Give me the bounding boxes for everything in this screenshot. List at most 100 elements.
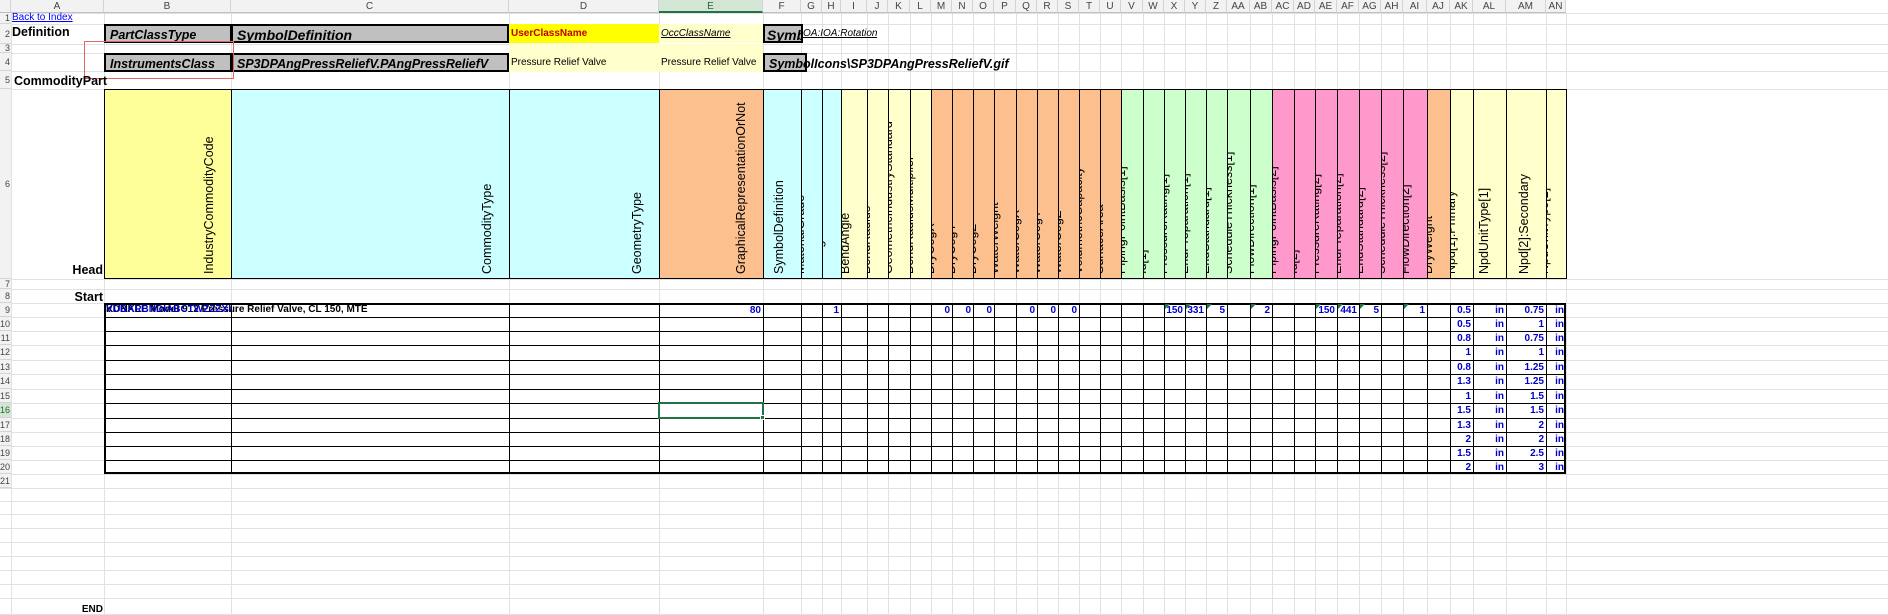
column-header[interactable]: AJ bbox=[1427, 0, 1450, 13]
row-header[interactable]: 19 bbox=[0, 446, 11, 460]
column-header[interactable]: AC bbox=[1272, 0, 1294, 13]
npd-cell[interactable]: 1 bbox=[1506, 345, 1546, 360]
row-header[interactable]: 15 bbox=[0, 389, 11, 403]
npd-cell[interactable]: 1 bbox=[1450, 345, 1473, 360]
column-header[interactable]: AL bbox=[1473, 0, 1506, 13]
npd-cell[interactable]: 0.75 bbox=[1506, 331, 1546, 345]
npd-cell[interactable]: 1.5 bbox=[1450, 446, 1473, 460]
row-header[interactable]: 7 bbox=[0, 279, 11, 289]
column-header[interactable]: Y bbox=[1185, 0, 1206, 13]
npd-cell[interactable]: in bbox=[1473, 303, 1506, 317]
npd-cell[interactable]: 0.8 bbox=[1450, 360, 1473, 374]
npd-cell[interactable]: in bbox=[1473, 432, 1506, 446]
row-header[interactable]: 1 bbox=[0, 13, 11, 24]
column-header[interactable]: Z bbox=[1206, 0, 1227, 13]
column-header[interactable]: P bbox=[994, 0, 1016, 13]
npd-cell[interactable]: 0.75 bbox=[1506, 303, 1546, 317]
column-header[interactable]: K bbox=[888, 0, 910, 13]
npd-cell[interactable]: 3 bbox=[1506, 460, 1546, 474]
column-header[interactable]: AN bbox=[1546, 0, 1566, 13]
row-header[interactable]: 14 bbox=[0, 374, 11, 389]
column-header[interactable]: AK bbox=[1450, 0, 1473, 13]
npd-cell[interactable]: 1.5 bbox=[1506, 403, 1546, 418]
row-header[interactable]: 11 bbox=[0, 331, 11, 345]
npd-cell[interactable]: in bbox=[1546, 374, 1566, 389]
npd-cell[interactable]: in bbox=[1473, 403, 1506, 418]
column-header[interactable]: G bbox=[801, 0, 822, 13]
column-header[interactable]: B bbox=[104, 0, 231, 13]
row-header[interactable]: 20 bbox=[0, 460, 11, 474]
npd-cell[interactable]: 2.5 bbox=[1506, 446, 1546, 460]
column-header[interactable]: F bbox=[763, 0, 801, 13]
spreadsheet-grid[interactable]: A B C D E F G H I J K L M N O P Q R S T U V W X Y Z AA AB AC AD AE AF AG… bbox=[0, 0, 1888, 615]
water-cog-z-cell[interactable]: 0 bbox=[1058, 303, 1079, 317]
column-header[interactable]: E bbox=[659, 0, 763, 13]
row-header[interactable]: 18 bbox=[0, 432, 11, 446]
npd-cell[interactable]: 1 bbox=[1506, 317, 1546, 331]
npd-cell[interactable]: 2 bbox=[1450, 460, 1473, 474]
npd-cell[interactable]: 0.8 bbox=[1450, 331, 1473, 345]
npd-cell[interactable]: 2 bbox=[1506, 432, 1546, 446]
water-cog-x-cell[interactable]: 0 bbox=[1016, 303, 1037, 317]
npd-cell[interactable]: in bbox=[1473, 360, 1506, 374]
column-header[interactable]: AI bbox=[1403, 0, 1427, 13]
row-header[interactable]: 12 bbox=[0, 345, 11, 360]
column-header[interactable]: J bbox=[867, 0, 888, 13]
column-header[interactable]: D bbox=[509, 0, 659, 13]
row-header[interactable]: 4 bbox=[0, 53, 11, 71]
npd-cell[interactable]: 1.25 bbox=[1506, 374, 1546, 389]
column-header[interactable]: AF bbox=[1337, 0, 1359, 13]
dry-cog-z-cell[interactable]: 0 bbox=[973, 303, 994, 317]
column-header[interactable]: T bbox=[1079, 0, 1100, 13]
water-cog-y-cell[interactable]: 0 bbox=[1037, 303, 1058, 317]
npd-cell[interactable]: 0.5 bbox=[1450, 303, 1473, 317]
row-header[interactable]: 10 bbox=[0, 317, 11, 331]
npd-cell[interactable]: in bbox=[1473, 374, 1506, 389]
npd-cell[interactable]: in bbox=[1473, 317, 1506, 331]
npd-cell[interactable]: in bbox=[1546, 446, 1566, 460]
column-header[interactable]: AH bbox=[1381, 0, 1403, 13]
npd-cell[interactable]: in bbox=[1546, 418, 1566, 432]
dry-cog-x-cell[interactable]: 0 bbox=[931, 303, 952, 317]
row-header[interactable]: 16 bbox=[0, 403, 11, 418]
npd-cell[interactable]: in bbox=[1546, 345, 1566, 360]
column-header[interactable]: V bbox=[1121, 0, 1143, 13]
column-header[interactable]: L bbox=[910, 0, 931, 13]
row-header[interactable]: 6 bbox=[0, 89, 11, 279]
column-header[interactable]: W bbox=[1143, 0, 1164, 13]
npd-cell[interactable]: in bbox=[1473, 460, 1506, 474]
back-to-index-link[interactable]: Back to Index bbox=[12, 12, 73, 24]
npd-cell[interactable]: in bbox=[1473, 331, 1506, 345]
active-cell-outline[interactable] bbox=[658, 402, 764, 419]
column-header[interactable]: S bbox=[1058, 0, 1079, 13]
row-header[interactable]: 9 bbox=[0, 303, 11, 317]
industry-commodity-code-cell[interactable]: VDBARBNDIABCTWZZZXLUS bbox=[104, 303, 231, 317]
npd-cell[interactable]: in bbox=[1546, 303, 1566, 317]
npd-cell[interactable]: 1.3 bbox=[1450, 418, 1473, 432]
npd-cell[interactable]: in bbox=[1546, 317, 1566, 331]
column-header[interactable]: X bbox=[1164, 0, 1185, 13]
column-header[interactable]: H bbox=[822, 0, 841, 13]
npd-cell[interactable]: in bbox=[1546, 403, 1566, 418]
column-header[interactable]: O bbox=[973, 0, 994, 13]
npd-cell[interactable]: 1.5 bbox=[1450, 403, 1473, 418]
column-header[interactable]: R bbox=[1037, 0, 1058, 13]
npd-cell[interactable]: 1 bbox=[1450, 389, 1473, 403]
npd-cell[interactable]: in bbox=[1546, 460, 1566, 474]
dry-cog-y-cell[interactable]: 0 bbox=[952, 303, 973, 317]
npd-cell[interactable]: 1.3 bbox=[1450, 374, 1473, 389]
npd-cell[interactable]: in bbox=[1546, 331, 1566, 345]
npd-cell[interactable]: in bbox=[1546, 360, 1566, 374]
row-header[interactable]: 17 bbox=[0, 418, 11, 432]
column-header[interactable]: AD bbox=[1294, 0, 1315, 13]
npd-cell[interactable]: in bbox=[1473, 345, 1506, 360]
geometry-type-cell[interactable]: 80 bbox=[659, 303, 763, 317]
column-header[interactable]: AM bbox=[1506, 0, 1546, 13]
npd-cell[interactable]: in bbox=[1473, 446, 1506, 460]
npd-cell[interactable]: 2 bbox=[1450, 432, 1473, 446]
npd-cell[interactable]: in bbox=[1473, 418, 1506, 432]
npd-cell[interactable]: in bbox=[1546, 389, 1566, 403]
npd-cell[interactable]: in bbox=[1546, 432, 1566, 446]
material-grade-cell[interactable]: 1 bbox=[822, 303, 841, 317]
npd-cell[interactable]: 2 bbox=[1506, 418, 1546, 432]
